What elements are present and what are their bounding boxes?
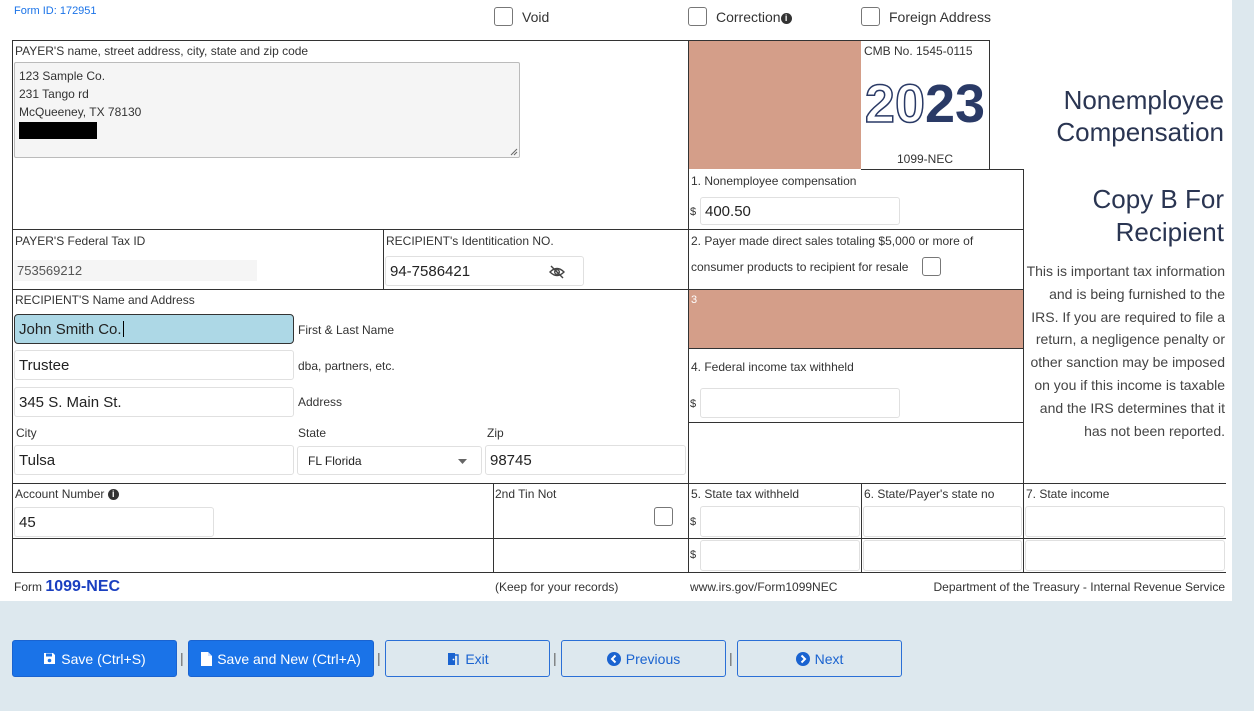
copy-title: Copy B For Recipient	[1092, 184, 1225, 247]
account-number-label: Account Number i	[15, 487, 119, 501]
info-icon[interactable]: i	[107, 489, 119, 501]
door-exit-icon	[448, 652, 460, 665]
form-title: Nonemployee Compensation	[1056, 85, 1224, 147]
second-tin-label: 2nd Tin Not	[495, 487, 557, 501]
state-label: State	[298, 426, 327, 440]
address-hint: Address	[298, 395, 343, 409]
foreign-address-label: Foreign Address	[889, 9, 991, 25]
form-id: Form ID: 172951	[14, 5, 97, 17]
save-and-new-button[interactable]: Save and New (Ctrl+A)	[188, 640, 374, 677]
divider	[688, 348, 1024, 349]
divider	[12, 483, 1226, 484]
direct-sales-checkbox[interactable]	[922, 257, 941, 276]
separator: |	[180, 650, 184, 666]
divider	[861, 483, 862, 572]
previous-button[interactable]: Previous	[561, 640, 726, 677]
keep-note: (Keep for your records)	[495, 580, 619, 594]
second-tin-checkbox[interactable]	[654, 507, 673, 526]
zip-label: Zip	[487, 426, 504, 440]
account-number-input[interactable]: 45	[14, 507, 214, 537]
name-hint: First & Last Name	[298, 323, 395, 337]
state-payer-no-input-1[interactable]	[863, 506, 1022, 537]
chevron-down-icon	[458, 459, 467, 464]
box5-label: 5. State tax withheld	[691, 487, 800, 501]
recipient-name-input[interactable]: John Smith Co.	[14, 314, 294, 344]
payer-tax-id-label: PAYER'S Federal Tax ID	[15, 234, 146, 248]
divider	[12, 538, 1226, 539]
dba-hint: dba, partners, etc.	[298, 359, 395, 373]
form-footer-name: Form 1099-NEC	[14, 578, 121, 595]
city-input[interactable]: Tulsa	[14, 445, 294, 475]
void-checkbox[interactable]	[494, 7, 513, 26]
payer-address-line: McQueeney, TX 78130	[19, 105, 142, 119]
resize-handle-icon[interactable]	[510, 148, 518, 156]
divider	[861, 169, 1024, 170]
save-icon	[44, 653, 56, 664]
foreign-address-checkbox[interactable]	[861, 7, 880, 26]
state-income-input-1[interactable]	[1025, 506, 1225, 537]
tax-year: 2023	[864, 73, 986, 135]
file-icon	[201, 651, 213, 666]
box3-label: 3	[691, 294, 698, 306]
currency-sign: $	[690, 206, 697, 218]
state-select[interactable]: FL Florida	[297, 446, 482, 475]
zip-input[interactable]: 98745	[485, 445, 686, 475]
payer-label: PAYER'S name, street address, city, stat…	[15, 44, 309, 58]
correction-checkbox[interactable]	[688, 7, 707, 26]
separator: |	[377, 650, 381, 666]
divider	[493, 483, 494, 572]
address-input[interactable]: 345 S. Main St.	[14, 387, 294, 417]
shaded-box	[689, 41, 861, 169]
box3-shaded	[689, 290, 1023, 348]
state-payer-no-input-2[interactable]	[863, 540, 1022, 571]
divider	[383, 229, 384, 290]
exit-button[interactable]: Exit	[385, 640, 550, 677]
separator: |	[729, 650, 733, 666]
box4-label: 4. Federal income tax withheld	[691, 360, 854, 374]
dba-input[interactable]: Trustee	[14, 350, 294, 380]
irs-notice: This is important tax information and is…	[1026, 263, 1225, 439]
form-name-small: 1099-NEC	[896, 152, 954, 166]
omb-number: CMB No. 1545-0115	[864, 44, 973, 58]
payer-tax-id-field: 753569212	[14, 260, 257, 281]
nonemployee-compensation-input[interactable]: 400.50	[700, 197, 900, 225]
department-note: Department of the Treasury - Internal Re…	[933, 580, 1225, 594]
save-button[interactable]: Save (Ctrl+S)	[12, 640, 177, 677]
recipient-id-label: RECIPIENT's Identitication NO.	[386, 234, 554, 248]
next-button[interactable]: Next	[737, 640, 902, 677]
payer-address-textarea[interactable]: 123 Sample Co. 231 Tango rd McQueeney, T…	[14, 62, 520, 158]
payer-address-line: 123 Sample Co.	[19, 69, 106, 83]
divider	[12, 572, 1226, 573]
correction-label: Correction i	[716, 9, 792, 25]
currency-sign: $	[690, 398, 697, 410]
void-label: Void	[522, 9, 550, 25]
separator: |	[553, 650, 557, 666]
recipient-id-input[interactable]: 94-7586421	[385, 256, 584, 286]
info-icon[interactable]: i	[780, 12, 792, 24]
divider	[688, 422, 1024, 423]
box7-label: 7. State income	[1026, 487, 1110, 501]
state-tax-withheld-input-2[interactable]	[700, 540, 860, 571]
redacted-block	[19, 122, 97, 139]
box2-label-line2: consumer products to recipient for resal…	[691, 260, 909, 274]
currency-sign: $	[690, 549, 697, 561]
payer-address-line: 231 Tango rd	[19, 87, 89, 101]
eye-slash-icon[interactable]	[549, 265, 565, 279]
irs-url: www.irs.gov/Form1099NEC	[690, 580, 838, 594]
federal-tax-withheld-input[interactable]	[700, 388, 900, 418]
form-1099-nec: Form ID: 172951 Void Correction i Foreign…	[0, 0, 1232, 601]
currency-sign: $	[690, 516, 697, 528]
divider	[12, 229, 1024, 230]
box2-label: 2. Payer made direct sales totaling $5,0…	[691, 234, 974, 248]
state-tax-withheld-input-1[interactable]	[700, 506, 860, 537]
divider	[12, 40, 13, 572]
arrow-right-circle-icon	[795, 651, 810, 666]
box6-label: 6. State/Payer's state no	[864, 487, 995, 501]
arrow-left-circle-icon	[606, 651, 621, 666]
city-label: City	[16, 426, 37, 440]
recipient-label: RECIPIENT'S Name and Address	[15, 293, 195, 307]
state-income-input-2[interactable]	[1025, 540, 1225, 571]
box1-label: 1. Nonemployee compensation	[691, 174, 857, 188]
divider	[989, 40, 990, 170]
